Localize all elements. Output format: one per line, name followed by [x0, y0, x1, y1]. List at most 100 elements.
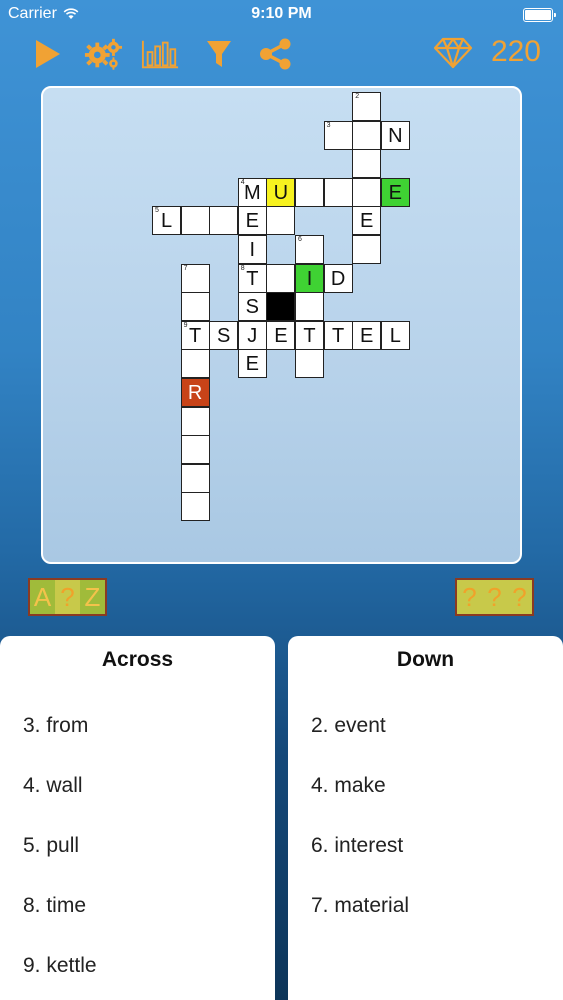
- crossword-cell[interactable]: U: [266, 177, 296, 207]
- crossword-cell[interactable]: [295, 349, 324, 379]
- cell-letter: E: [245, 353, 259, 376]
- crossword-cell[interactable]: [180, 292, 210, 322]
- crossword-cell[interactable]: [352, 235, 382, 264]
- status-bar: Carrier 9:10 PM: [0, 0, 563, 30]
- toolbar: 220: [0, 30, 563, 76]
- reveal-word-button[interactable]: ???: [455, 578, 534, 616]
- crossword-cell[interactable]: 5L: [152, 206, 181, 236]
- crossword-cell[interactable]: E: [266, 320, 296, 350]
- crossword-cell[interactable]: 6: [295, 235, 324, 264]
- share-icon: [260, 38, 291, 70]
- crossword-cell[interactable]: [180, 406, 210, 436]
- down-clue-item[interactable]: 7. material: [311, 894, 409, 918]
- crossword-cell[interactable]: 4M: [237, 177, 267, 207]
- crossword-cell[interactable]: I: [237, 235, 267, 264]
- across-clue-item[interactable]: 5. pull: [23, 834, 79, 858]
- cell-letter: E: [274, 324, 288, 347]
- crossword-cell[interactable]: [352, 120, 382, 150]
- cell-letter: T: [246, 267, 259, 290]
- across-clue-item[interactable]: 4. wall: [23, 774, 83, 798]
- crossword-cell[interactable]: D: [323, 263, 353, 293]
- crossword-cell[interactable]: T: [323, 320, 353, 350]
- cell-letter: I: [306, 267, 313, 290]
- cell-letter: E: [245, 210, 259, 233]
- letter-tile: A: [30, 580, 55, 614]
- cell-letter: N: [388, 124, 403, 147]
- settings-button[interactable]: [84, 36, 122, 72]
- cell-letter: D: [330, 267, 346, 290]
- crossword-cell[interactable]: [209, 206, 239, 236]
- crossword-cell[interactable]: T: [295, 320, 324, 350]
- crossword-cell[interactable]: I: [295, 263, 324, 293]
- crossword-cell[interactable]: L: [380, 320, 410, 350]
- crossword-cell[interactable]: [180, 349, 210, 379]
- crossword-cell[interactable]: 2: [352, 92, 382, 121]
- crossword-cell[interactable]: 7: [180, 263, 210, 293]
- across-panel: Across 3. from 4. wall 5. pull 8. time 9. ke…: [0, 636, 275, 1000]
- clue-number: 6: [298, 236, 302, 243]
- crossword-cell[interactable]: [180, 463, 210, 493]
- play-icon: [36, 40, 60, 68]
- filter-icon: [207, 41, 231, 67]
- crossword-cell[interactable]: E: [237, 349, 267, 379]
- crossword-cell-blocked[interactable]: [266, 292, 296, 322]
- crossword-cell[interactable]: E: [352, 320, 382, 350]
- crossword-cell[interactable]: 3: [323, 120, 353, 150]
- stats-button[interactable]: [141, 36, 179, 72]
- cell-letter: U: [273, 181, 289, 204]
- status-time: 9:10 PM: [251, 5, 312, 22]
- crossword-cell[interactable]: E: [237, 206, 267, 236]
- question-mark-tile: ?: [457, 580, 482, 614]
- crossword-cell[interactable]: [352, 177, 382, 207]
- crossword-cell[interactable]: 8T: [237, 263, 267, 293]
- crossword-cell[interactable]: [180, 435, 210, 465]
- play-button[interactable]: [28, 36, 66, 72]
- crossword-cell[interactable]: [180, 492, 210, 522]
- down-clue-item[interactable]: 2. event: [311, 714, 386, 738]
- cell-letter: J: [247, 324, 258, 347]
- clue-number: 8: [240, 264, 245, 272]
- gem-count: 220: [490, 35, 541, 68]
- clue-number: 7: [183, 264, 188, 272]
- crossword-cell[interactable]: [266, 206, 296, 236]
- filter-button[interactable]: [200, 36, 238, 72]
- cell-letter: T: [188, 324, 202, 347]
- crossword-cell[interactable]: 9T: [180, 320, 210, 350]
- reveal-letter-button[interactable]: A? Z: [28, 578, 107, 616]
- crossword-cell[interactable]: [180, 206, 210, 236]
- crossword-cell[interactable]: R: [180, 378, 210, 407]
- crossword-cell[interactable]: J: [237, 320, 267, 350]
- cell-letter: S: [245, 296, 259, 319]
- clue-number: 4: [240, 178, 245, 186]
- cell-letter: L: [160, 210, 173, 233]
- share-button[interactable]: [256, 36, 294, 72]
- crossword-cell[interactable]: [352, 149, 382, 179]
- crossword-cell[interactable]: [295, 177, 324, 207]
- clue-number: 3: [326, 121, 331, 129]
- clue-number: 9: [183, 321, 188, 329]
- crossword-cell[interactable]: [323, 177, 353, 207]
- crossword-cell[interactable]: E: [352, 206, 382, 236]
- cell-letter: M: [243, 181, 261, 204]
- across-clue-item[interactable]: 8. time: [23, 894, 86, 918]
- crossword-cell[interactable]: [295, 292, 324, 322]
- across-clue-item[interactable]: 9. kettle: [23, 954, 97, 978]
- crossword-cell[interactable]: E: [380, 177, 410, 207]
- question-mark-tile: ?: [507, 580, 532, 614]
- crossword-cell[interactable]: S: [209, 320, 239, 350]
- question-mark-tile: ?: [55, 580, 80, 614]
- crossword-cell[interactable]: N: [380, 120, 410, 150]
- down-clue-item[interactable]: 6. interest: [311, 834, 403, 858]
- clue-number: 5: [155, 207, 159, 215]
- across-clue-item[interactable]: 3. from: [23, 714, 88, 738]
- gears-icon: [84, 38, 122, 70]
- cell-letter: S: [217, 324, 231, 347]
- crossword-cell[interactable]: S: [237, 292, 267, 322]
- cell-letter: T: [303, 324, 316, 347]
- down-title: Down: [396, 648, 455, 671]
- down-clue-item[interactable]: 4. make: [311, 774, 386, 798]
- cell-letter: E: [360, 324, 374, 347]
- crossword-cell[interactable]: [266, 263, 296, 293]
- question-mark-tile: ?: [482, 580, 507, 614]
- cell-letter: I: [249, 239, 256, 261]
